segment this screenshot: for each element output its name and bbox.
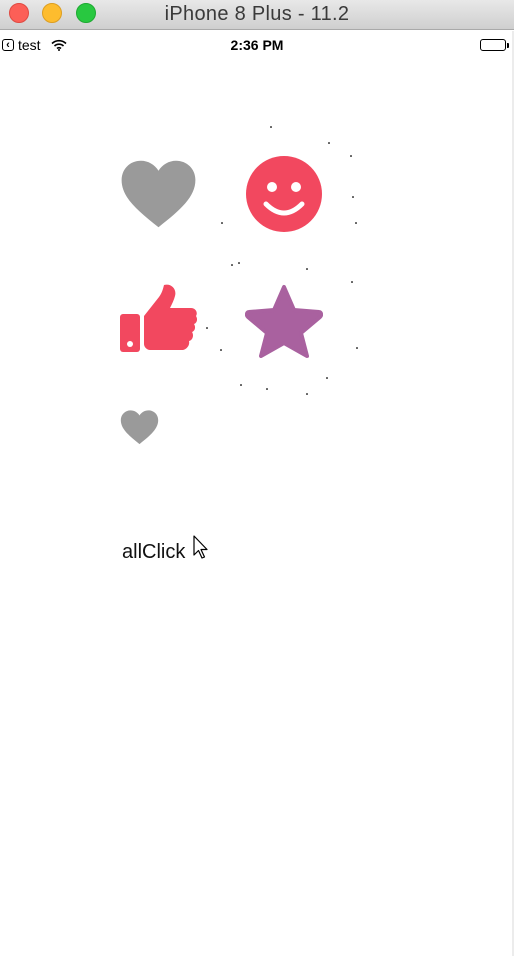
all-click-button[interactable]: allClick [122, 541, 185, 564]
small-heart-button[interactable] [120, 409, 159, 450]
status-time: 2:36 PM [230, 37, 284, 53]
window-title: iPhone 8 Plus - 11.2 [164, 3, 350, 25]
battery-icon [480, 39, 509, 51]
star-button[interactable] [244, 284, 324, 363]
thumbs-up-button[interactable] [119, 283, 198, 360]
thumbs-up-icon [120, 284, 198, 352]
heart-button[interactable] [120, 158, 197, 234]
simulator-title-bar: iPhone 8 Plus - 11.2 [0, 0, 514, 30]
smile-icon [246, 156, 322, 232]
heart-icon [120, 410, 159, 445]
status-bar: ‹ test 2:36 PM [0, 31, 514, 59]
star-icon [244, 285, 324, 358]
heart-icon [121, 160, 196, 228]
smile-button[interactable] [246, 156, 322, 237]
mouse-pointer-icon [193, 535, 208, 559]
